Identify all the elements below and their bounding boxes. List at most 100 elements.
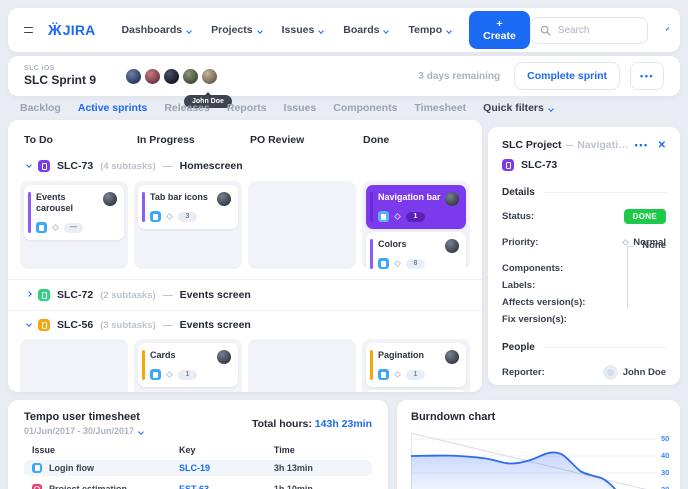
y-tick-label: 50	[661, 434, 669, 443]
sprint-actions: 3 days remaining Complete sprint •••	[418, 62, 664, 90]
days-remaining: 3 days remaining	[418, 71, 500, 82]
lane-po-review	[248, 339, 356, 392]
group-key: SLC-72	[57, 289, 93, 301]
card-pull-to-refresh[interactable]: Pull to refresh	[366, 390, 466, 392]
lane-done: Navigation bar 1 Colors 8	[362, 181, 470, 269]
y-tick-label: 30	[661, 468, 669, 477]
reporter-value: John Doe	[623, 367, 666, 378]
chevron-down-icon	[384, 28, 390, 34]
lane-in-progress: Cards 1	[134, 339, 242, 392]
issue-name: Project estimation	[49, 484, 127, 489]
card-navigation-bar[interactable]: Navigation bar 1	[366, 185, 466, 229]
group-title: Events screen	[180, 319, 251, 331]
issue-time: 3h 13min	[274, 463, 364, 473]
sprint-name: SLC Sprint 9	[24, 73, 96, 87]
tab-backlog[interactable]: Backlog	[20, 102, 61, 114]
search-box[interactable]	[530, 17, 648, 44]
nav-tempo[interactable]: Tempo	[408, 24, 451, 36]
nav-issues[interactable]: Issues	[282, 24, 324, 36]
issue-name: Login flow	[49, 463, 94, 473]
table-row[interactable]: Project estimation EST-63 1h 10min	[24, 481, 372, 489]
card-colors[interactable]: Colors 8	[366, 232, 466, 269]
priority-icon	[166, 371, 173, 378]
issue-key-link[interactable]: EST-63	[179, 484, 274, 489]
burndown-title: Burndown chart	[411, 411, 666, 423]
member-avatar[interactable]	[126, 69, 141, 84]
table-row[interactable]: Login flow SLC-19 3h 13min	[24, 460, 372, 476]
complete-sprint-button[interactable]: Complete sprint	[514, 62, 620, 90]
nav-projects[interactable]: Projects	[211, 24, 261, 36]
tab-reports[interactable]: Reports	[227, 102, 267, 114]
quick-filters-dropdown[interactable]: Quick filters	[483, 102, 553, 114]
status-badge[interactable]: DONE	[624, 209, 666, 224]
total-hours-label: Total hours:	[252, 418, 312, 430]
estimate-badge: —	[64, 223, 83, 233]
group-row-slc-72[interactable]: SLC-72 (2 subtasks) — Events screen	[22, 288, 468, 302]
total-hours: Total hours: 143h 23min	[252, 418, 372, 430]
issue-key-link[interactable]: SLC-19	[179, 463, 274, 473]
kanban-board: To Do In Progress PO Review Done SLC-73 …	[8, 120, 482, 392]
story-icon	[378, 211, 389, 222]
assignee-avatar	[445, 192, 459, 206]
col-issue: Issue	[32, 445, 179, 455]
tab-active-sprints[interactable]: Active sprints	[78, 102, 147, 114]
group-dash: —	[163, 290, 173, 301]
total-hours-value: 143h 23min	[315, 418, 372, 430]
tab-releases[interactable]: Releases	[164, 102, 210, 114]
none-group-bracket	[627, 246, 634, 308]
group-dash: —	[163, 320, 173, 331]
nav-boards-label: Boards	[343, 24, 379, 36]
chevron-down-icon	[186, 28, 192, 34]
chevron-down-icon	[26, 321, 32, 327]
details-section-heading: Details	[502, 187, 666, 198]
menu-icon[interactable]	[24, 27, 33, 34]
sprint-members: John Doe	[126, 69, 217, 84]
card-events-carousel[interactable]: Events carousel —	[24, 185, 124, 240]
story-type-icon	[38, 160, 50, 172]
assignee-avatar	[445, 239, 459, 253]
member-avatar[interactable]	[183, 69, 198, 84]
priority-icon	[394, 371, 401, 378]
column-todo: To Do	[22, 134, 129, 146]
group-row-slc-73[interactable]: SLC-73 (4 subtasks) — Homescreen	[22, 159, 468, 173]
nav-projects-label: Projects	[211, 24, 252, 36]
member-avatar[interactable]	[164, 69, 179, 84]
column-done: Done	[361, 134, 468, 146]
affects-version-label: Affects version(s):	[502, 297, 585, 308]
card-pagination[interactable]: Pagination 1	[366, 343, 466, 387]
member-avatar[interactable]	[202, 69, 217, 84]
member-avatar[interactable]	[145, 69, 160, 84]
card-tab-bar-icons[interactable]: Tab bar icons 3	[138, 185, 238, 229]
jira-logo[interactable]: ӜJIRA	[48, 22, 95, 39]
card-cards[interactable]: Cards 1	[138, 343, 238, 387]
search-input[interactable]	[558, 25, 638, 36]
reporter-row: Reporter: John Doe	[502, 365, 666, 380]
nav-boards[interactable]: Boards	[343, 24, 388, 36]
nav-dashboards[interactable]: Dashboards	[121, 24, 191, 36]
story-icon	[378, 258, 389, 269]
fix-version-row: Fix version(s):	[502, 314, 666, 325]
estimate-badge: 1	[406, 212, 425, 222]
story-type-icon	[38, 289, 50, 301]
tab-components[interactable]: Components	[333, 102, 397, 114]
group-subtasks: (2 subtasks)	[100, 290, 155, 301]
group-divider	[8, 279, 482, 280]
assignee-avatar	[445, 350, 459, 364]
close-icon[interactable]: ✕	[658, 140, 666, 151]
tab-timesheet[interactable]: Timesheet	[414, 102, 466, 114]
group-subtasks: (4 subtasks)	[100, 161, 155, 172]
detail-issue-title: Navigation bar	[577, 139, 630, 151]
date-range-label: 01/Jun/2017 - 30/Jun/2017	[24, 426, 134, 436]
create-button[interactable]: + Create	[469, 11, 530, 49]
group-row-slc-56[interactable]: SLC-56 (3 subtasks) — Events screen	[22, 318, 468, 332]
timesheet-columns: Issue Key Time	[24, 445, 372, 455]
estimate-badge: 1	[178, 370, 197, 380]
detail-more-icon[interactable]: •••	[635, 140, 649, 150]
sprint-more-button[interactable]: •••	[630, 62, 664, 90]
tab-issues[interactable]: Issues	[284, 102, 317, 114]
story-icon	[378, 369, 389, 380]
date-range-dropdown[interactable]: 01/Jun/2017 - 30/Jun/2017	[24, 426, 143, 436]
nav-tempo-label: Tempo	[408, 24, 442, 36]
story-blue-icon	[32, 463, 42, 473]
chevron-down-icon	[26, 162, 32, 168]
